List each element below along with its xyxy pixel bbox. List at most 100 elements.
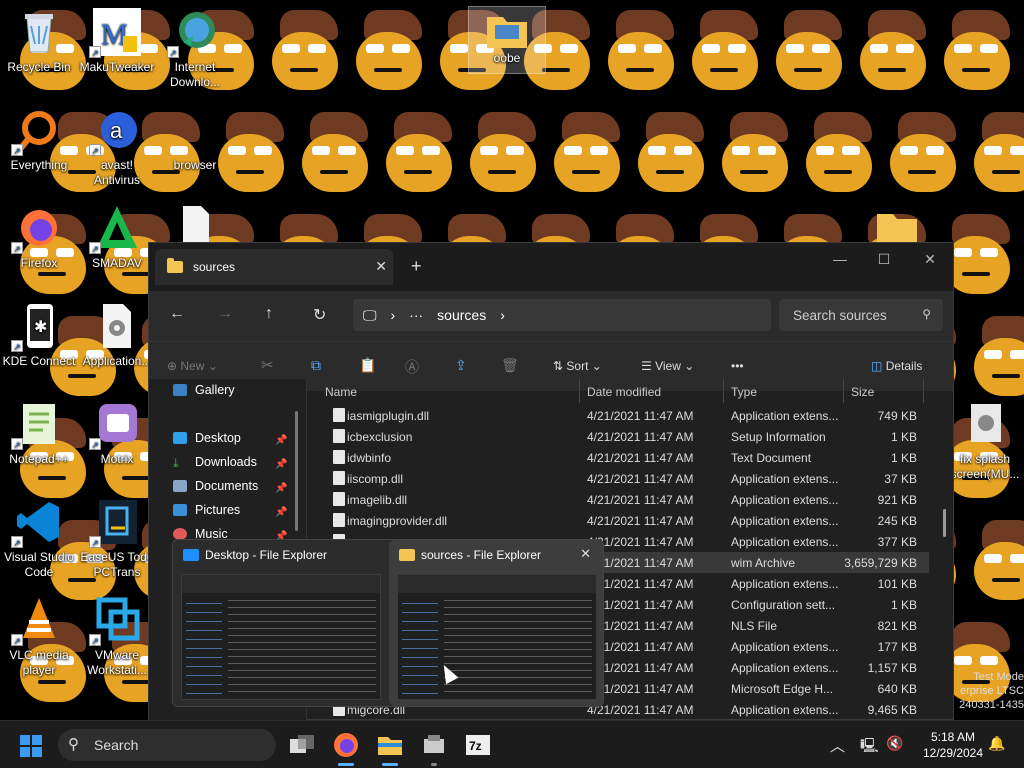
tab-title: sources <box>193 260 236 274</box>
desktop-icon <box>173 432 187 444</box>
new-button[interactable]: ⊕ New ⌄ <box>167 359 218 373</box>
task-view-button[interactable] <box>288 731 316 759</box>
forward-arrow-icon[interactable]: → <box>217 305 233 323</box>
sidebar-item-gallery[interactable]: Gallery <box>173 383 235 397</box>
up-arrow-icon[interactable]: ↑ <box>265 305 273 323</box>
table-row[interactable]: imagelib.dll 4/21/2021 11:47 AM Applicatio… <box>309 489 929 510</box>
delete-icon[interactable]: 🗑 <box>501 357 519 374</box>
chevron-right-icon[interactable]: › <box>500 307 505 323</box>
close-window-button[interactable]: ✕ <box>907 251 953 268</box>
network-icon[interactable]: 🖳 <box>860 735 879 759</box>
sidebar-item-desktop[interactable]: Desktop <box>173 431 241 445</box>
wallpaper-tile <box>722 112 798 198</box>
file-size: 1 KB <box>890 598 917 612</box>
column-header-name[interactable]: Name <box>325 385 357 399</box>
desktop-icon-recycle-bin[interactable]: Recycle Bin <box>0 8 78 75</box>
desktop-icon-label: VLC media player <box>9 648 69 677</box>
desktop-icon-fix-splash[interactable]: fix splash screen(MU... <box>946 400 1024 482</box>
minimize-button[interactable]: — <box>817 251 863 267</box>
chevron-right-icon[interactable]: › <box>391 307 396 323</box>
this-pc-icon[interactable]: 🖵 <box>363 307 377 324</box>
taskbar-thumbnail-popup: Desktop - File Explorer sources - File E… <box>172 539 604 707</box>
breadcrumb-ellipsis[interactable]: ··· <box>409 307 423 323</box>
view-button[interactable]: ☰ View ⌄ <box>641 359 694 373</box>
file-type: wim Archive <box>731 556 796 570</box>
column-header-type[interactable]: Type <box>731 385 757 399</box>
details-pane-icon: ◫ <box>871 359 883 373</box>
tab-sources[interactable]: sources ✕ <box>155 249 393 285</box>
taskbar-file-explorer[interactable] <box>376 731 404 766</box>
column-header-size[interactable]: Size <box>851 385 874 399</box>
file-date: 4/21/2021 11:47 AM <box>587 451 694 465</box>
clock[interactable]: 5:18 AM 12/29/2024 <box>920 729 986 761</box>
search-input[interactable]: Search sources ⚲ <box>779 299 943 331</box>
new-tab-button[interactable]: + <box>411 256 422 277</box>
show-hidden-icons-chevron[interactable]: ︿ <box>830 735 845 756</box>
desktop-icon-smadav[interactable]: ↗ SMADAV <box>78 204 156 271</box>
sidebar-scrollbar[interactable] <box>295 411 298 531</box>
sidebar-item-downloads[interactable]: ⤓ Downloads <box>173 455 257 470</box>
desktop-icon-motrix[interactable]: ↗ Motrix <box>78 400 156 467</box>
desktop-icon-browser[interactable]: browser <box>156 106 234 173</box>
thumbnail-preview <box>397 574 597 700</box>
wallpaper-tile <box>974 112 1024 198</box>
thumbnail-desktop-explorer[interactable]: Desktop - File Explorer <box>173 540 387 706</box>
sidebar-item-documents[interactable]: Documents <box>173 479 258 493</box>
share-icon[interactable]: ⇪ <box>455 357 467 374</box>
copy-icon[interactable]: ⧉ <box>311 357 321 374</box>
desktop-icon-vscode[interactable]: ↗ Visual Studio Code <box>0 498 78 580</box>
taskbar-app[interactable] <box>420 731 448 766</box>
desktop-icon-makutweaker[interactable]: M ↗ MakuTweaker <box>78 8 156 75</box>
file-icon <box>333 429 345 443</box>
refresh-icon[interactable]: ↻ <box>313 305 326 325</box>
table-row[interactable]: iiscomp.dll 4/21/2021 11:47 AM Application… <box>309 468 929 489</box>
desktop-icon-label: EaseUS Todo PCTrans <box>80 550 154 579</box>
desktop-icon-application[interactable]: Application... <box>78 302 156 369</box>
table-row[interactable]: iasmigplugin.dll 4/21/2021 11:47 AM Applic… <box>309 405 929 426</box>
taskbar-7zip[interactable]: 7z <box>464 731 492 759</box>
rename-icon[interactable]: Ⓐ <box>405 357 419 377</box>
taskbar-firefox[interactable] <box>332 731 360 766</box>
start-button[interactable] <box>20 735 42 757</box>
details-pane-button[interactable]: ◫ Details <box>871 359 922 373</box>
desktop-icon-everything[interactable]: ↗ Everything <box>0 106 78 173</box>
desktop-icon-avast[interactable]: a ↗ avast! Antivirus <box>78 106 156 188</box>
volume-muted-icon[interactable]: 🔇 <box>886 735 903 752</box>
motrix-icon: ↗ <box>89 400 141 450</box>
thumbnail-sources-explorer[interactable]: sources - File Explorer ✕ <box>389 540 603 706</box>
search-placeholder: Search sources <box>793 307 887 323</box>
desktop-icon-notepadpp[interactable]: ↗ Notepad++ <box>0 400 78 467</box>
maximize-button[interactable]: ☐ <box>861 251 907 268</box>
desktop-icon-label: Firefox <box>20 256 58 270</box>
paste-icon[interactable]: 📋 <box>359 357 376 374</box>
desktop-icon-kde-connect[interactable]: ✱ ↗ KDE Connect <box>0 302 78 369</box>
table-row[interactable]: icbexclusion 4/21/2021 11:47 AM Setup Info… <box>309 426 929 447</box>
file-list-scrollbar[interactable] <box>943 509 946 537</box>
vmware-icon: ↗ <box>89 596 141 646</box>
file-size: 749 KB <box>877 409 917 423</box>
wallpaper-tile <box>974 520 1024 606</box>
address-bar[interactable]: 🖵 › ··· sources › <box>353 299 771 331</box>
breadcrumb-sources[interactable]: sources <box>437 307 486 323</box>
desktop-icon-firefox[interactable]: ↗ Firefox <box>0 204 78 271</box>
more-options-button[interactable]: ••• <box>731 359 744 373</box>
firefox-icon: ↗ <box>11 204 63 254</box>
desktop-icon-vlc[interactable]: ↗ VLC media player <box>0 596 78 678</box>
cut-icon[interactable]: ✂ <box>261 356 274 374</box>
file-type: Application extens... <box>731 703 839 717</box>
desktop-icon-vmware[interactable]: ↗ VMware Workstati... <box>78 596 156 678</box>
desktop-icon-oobe[interactable]: oobe <box>468 6 546 74</box>
notification-bell-icon[interactable]: 🔔 <box>988 735 1005 752</box>
table-row[interactable]: imagingprovider.dll 4/21/2021 11:47 AM App… <box>309 510 929 531</box>
sort-button[interactable]: ⇅ Sort ⌄ <box>553 359 602 373</box>
desktop-icon-idm[interactable]: ↗ Internet Downlo... <box>156 8 234 90</box>
file-icon <box>333 471 345 485</box>
desktop-icon-easeus[interactable]: ↗ EaseUS Todo PCTrans <box>78 498 156 580</box>
table-row[interactable]: idwbinfo 4/21/2021 11:47 AM Text Document 1… <box>309 447 929 468</box>
tab-close-icon[interactable]: ✕ <box>375 258 387 275</box>
column-header-date[interactable]: Date modified <box>587 385 661 399</box>
sidebar-item-pictures[interactable]: Pictures <box>173 503 240 517</box>
back-arrow-icon[interactable]: ← <box>169 305 185 323</box>
taskbar-search[interactable]: ⚲ Search <box>58 729 276 761</box>
thumbnail-close-icon[interactable]: ✕ <box>580 546 591 562</box>
